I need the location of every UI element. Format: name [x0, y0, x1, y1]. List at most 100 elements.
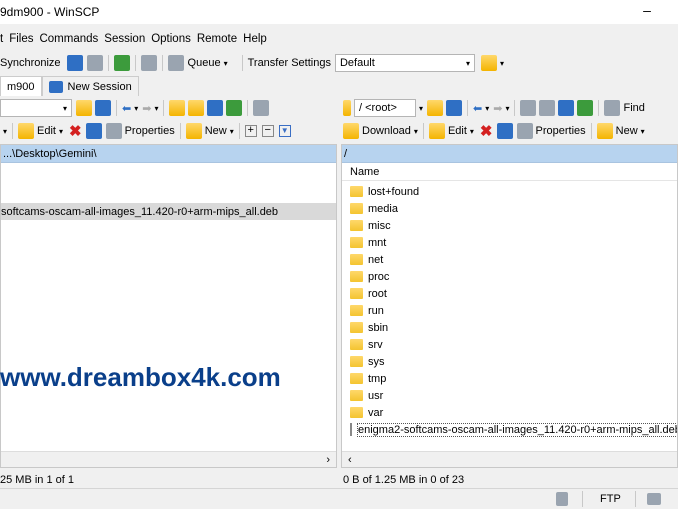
tab-session[interactable]: m900 — [0, 76, 42, 96]
separator — [107, 55, 109, 71]
back-icon[interactable]: ⬅ — [122, 102, 131, 115]
right-file-panel: / Name lost+found media misc mnt net pro… — [341, 144, 678, 468]
list-item[interactable]: usr — [342, 387, 677, 404]
properties-icon — [105, 123, 122, 139]
home-icon[interactable] — [207, 100, 224, 116]
left-horizontal-scrollbar[interactable]: › — [1, 451, 336, 467]
left-edit-button[interactable]: Edit — [37, 125, 56, 137]
folder-icon — [350, 271, 363, 282]
menu-item-files[interactable]: Files — [9, 33, 33, 45]
refresh-icon[interactable] — [577, 100, 594, 116]
rename-icon[interactable] — [496, 123, 513, 139]
list-item[interactable]: proc — [342, 268, 677, 285]
menu-item-commands[interactable]: Commands — [39, 33, 98, 45]
filter-dropdown-icon[interactable]: ▼ — [278, 125, 291, 137]
separator — [590, 123, 592, 139]
list-item[interactable]: softcams-oscam-all-images_11.420-r0+arm-… — [1, 203, 336, 220]
chevron-down-icon[interactable]: ▾ — [505, 104, 509, 113]
folder-icon — [350, 322, 363, 333]
root-directory-icon[interactable] — [539, 100, 556, 116]
status-bar: FTP — [0, 488, 678, 509]
scroll-left-icon[interactable]: ‹ — [348, 454, 352, 466]
chevron-down-icon[interactable]: ▾ — [154, 104, 158, 113]
refresh-icon[interactable] — [226, 100, 243, 116]
menu-item-remote[interactable]: Remote — [197, 33, 237, 45]
chevron-down-icon[interactable]: ▾ — [500, 59, 504, 68]
filter-icon[interactable] — [95, 100, 111, 116]
menu-item-tabs[interactable]: t — [0, 33, 3, 45]
console-icon[interactable] — [113, 55, 130, 71]
preferences-icon[interactable] — [140, 55, 157, 71]
tab-new-session[interactable]: New Session — [41, 76, 139, 96]
right-new-button[interactable]: New — [616, 125, 638, 137]
root-directory-icon[interactable] — [188, 100, 205, 116]
list-item[interactable]: lost+found — [342, 183, 677, 200]
list-item[interactable]: mnt — [342, 234, 677, 251]
list-item[interactable]: media — [342, 200, 677, 217]
chevron-down-icon[interactable]: ▾ — [224, 59, 228, 68]
right-edit-button[interactable]: Edit — [448, 125, 467, 137]
chevron-down-icon[interactable]: ▾ — [414, 127, 418, 136]
open-folder-icon[interactable] — [76, 100, 92, 116]
left-new-button[interactable]: New — [205, 125, 227, 137]
list-item[interactable]: srv — [342, 336, 677, 353]
list-item[interactable]: var — [342, 404, 677, 421]
list-item[interactable]: root — [342, 285, 677, 302]
separator — [134, 55, 136, 71]
chevron-down-icon[interactable]: ▾ — [485, 104, 489, 113]
menu-item-session[interactable]: Session — [104, 33, 145, 45]
chevron-down-icon[interactable]: ▾ — [466, 59, 470, 68]
list-item[interactable]: tmp — [342, 370, 677, 387]
chevron-down-icon[interactable]: ▾ — [59, 127, 63, 136]
forward-icon[interactable]: ➡ — [142, 102, 151, 115]
menu-item-options[interactable]: Options — [151, 33, 191, 45]
list-item[interactable]: run — [342, 302, 677, 319]
delete-icon[interactable]: ✖ — [69, 122, 82, 140]
open-folder-icon[interactable] — [427, 100, 444, 116]
transfer-settings-icon[interactable] — [480, 55, 497, 71]
right-properties-button[interactable]: Properties — [536, 125, 586, 137]
chevron-down-icon[interactable]: ▾ — [419, 104, 423, 113]
right-download-button[interactable]: Download — [362, 125, 411, 137]
list-item[interactable]: misc — [342, 217, 677, 234]
right-find-button[interactable]: Find — [623, 102, 644, 114]
chevron-down-icon[interactable]: ▾ — [134, 104, 138, 113]
scroll-right-icon[interactable]: › — [326, 454, 330, 466]
folder-icon — [350, 203, 363, 214]
menu-bar: t Files Commands Session Options Remote … — [0, 30, 273, 48]
parent-directory-icon[interactable] — [520, 100, 537, 116]
sync-browse-icon[interactable] — [86, 55, 103, 71]
chevron-down-icon[interactable]: ▾ — [641, 127, 645, 136]
collapse-icon[interactable]: − — [261, 125, 274, 137]
chevron-down-icon[interactable]: ▾ — [470, 127, 474, 136]
queue-button[interactable]: Queue — [188, 57, 221, 69]
left-properties-button[interactable]: Properties — [125, 125, 175, 137]
filter-icon[interactable] — [446, 100, 463, 116]
parent-directory-icon[interactable] — [169, 100, 186, 116]
rename-icon[interactable] — [85, 123, 102, 139]
synchronize-button[interactable]: Synchronize — [0, 57, 61, 69]
menu-item-help[interactable]: Help — [243, 33, 267, 45]
transfer-settings-select[interactable]: Default ▾ — [334, 54, 475, 72]
chevron-down-icon[interactable]: ▾ — [3, 127, 7, 136]
back-icon[interactable]: ⬅ — [473, 102, 482, 115]
list-item[interactable]: sbin — [342, 319, 677, 336]
right-horizontal-scrollbar[interactable]: ‹ — [342, 451, 677, 467]
right-location-select[interactable]: / <root> — [354, 99, 416, 117]
list-item[interactable]: net — [342, 251, 677, 268]
find-files-icon[interactable] — [253, 100, 270, 116]
forward-icon[interactable]: ➡ — [493, 102, 502, 115]
separator — [238, 123, 240, 139]
chevron-down-icon[interactable]: ▾ — [230, 127, 234, 136]
list-item[interactable]: enigma2-softcams-oscam-all-images_11.420… — [342, 421, 677, 438]
right-path-bar[interactable]: / — [342, 145, 677, 163]
compare-icon[interactable] — [66, 55, 83, 71]
left-location-select[interactable]: ▾ — [0, 99, 72, 117]
left-path-bar[interactable]: ...\Desktop\Gemini\ — [1, 145, 336, 163]
minimize-button[interactable]: – — [632, 2, 662, 20]
home-icon[interactable] — [558, 100, 575, 116]
list-item[interactable]: sys — [342, 353, 677, 370]
delete-icon[interactable]: ✖ — [480, 122, 493, 140]
expand-icon[interactable]: + — [244, 125, 257, 137]
column-header-name[interactable]: Name — [342, 163, 677, 181]
